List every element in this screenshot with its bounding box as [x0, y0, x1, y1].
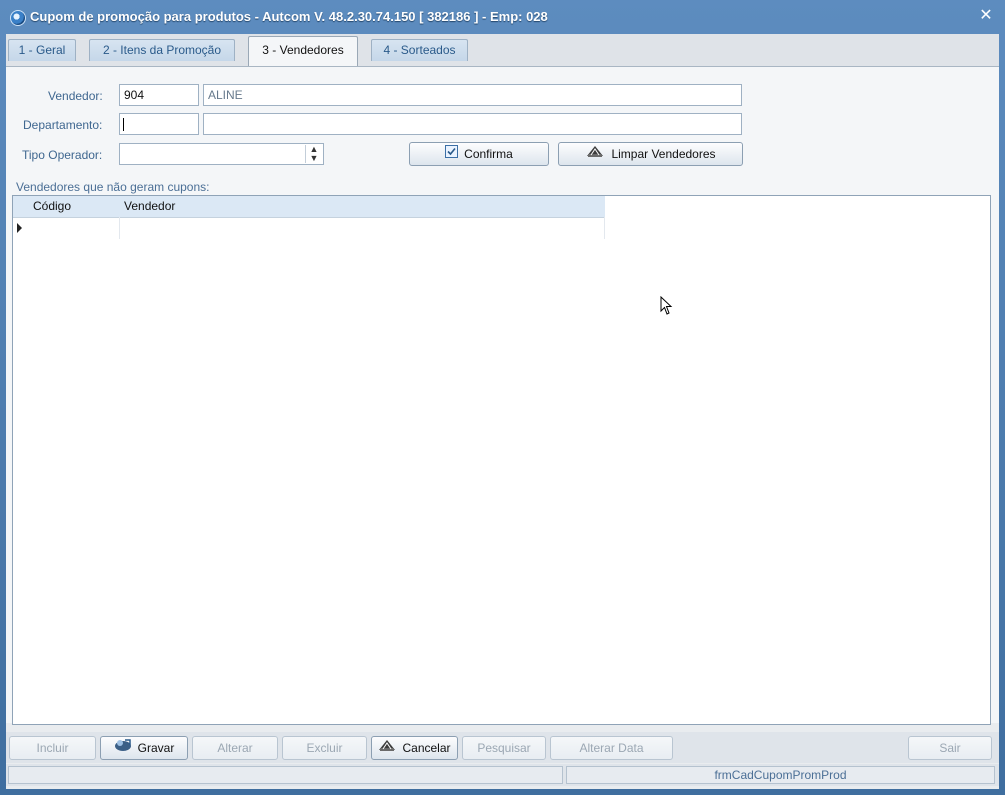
- row-indicator-icon: [17, 223, 22, 233]
- departamento-label: Departamento:: [23, 118, 103, 132]
- tab-itens-promocao[interactable]: 2 - Itens da Promoção: [89, 39, 235, 61]
- confirma-button[interactable]: Confirma: [409, 142, 549, 166]
- confirma-label: Confirma: [464, 147, 513, 161]
- app-window: Cupom de promoção para produtos - Autcom…: [0, 0, 1005, 795]
- action-toolbar: Incluir Gravar Alterar Excluir Cancelar …: [6, 732, 999, 763]
- tipo-operador-spinner[interactable]: ▲ ▼: [119, 143, 324, 165]
- column-divider: [604, 217, 605, 239]
- status-form-name: frmCadCupomPromProd: [566, 766, 995, 784]
- vendedores-grid[interactable]: Código Vendedor: [12, 195, 991, 725]
- tab-strip: 1 - Geral 2 - Itens da Promoção 3 - Vend…: [6, 34, 999, 66]
- close-button[interactable]: ✕: [977, 7, 995, 25]
- client-area: 1 - Geral 2 - Itens da Promoção 3 - Vend…: [6, 34, 999, 789]
- app-logo-icon: [10, 10, 26, 26]
- status-cell-left: [8, 766, 563, 784]
- tab-sorteados[interactable]: 4 - Sorteados: [371, 39, 468, 61]
- vendedor-label: Vendedor:: [48, 89, 103, 103]
- excluir-button[interactable]: Excluir: [282, 736, 367, 760]
- title-bar[interactable]: Cupom de promoção para produtos - Autcom…: [0, 0, 1005, 34]
- window-title: Cupom de promoção para produtos - Autcom…: [30, 9, 548, 24]
- departamento-name-input[interactable]: [203, 113, 742, 135]
- text-caret: [123, 118, 124, 131]
- vendedor-name-field: [203, 84, 742, 106]
- incluir-button[interactable]: Incluir: [9, 736, 96, 760]
- column-header-vendedor[interactable]: Vendedor: [124, 199, 175, 213]
- limpar-vendedores-label: Limpar Vendedores: [611, 147, 716, 161]
- sair-button[interactable]: Sair: [908, 736, 992, 760]
- mouse-pointer-icon: [660, 296, 673, 315]
- tab-vendedores[interactable]: 3 - Vendedores: [248, 36, 358, 66]
- alterar-data-button[interactable]: Alterar Data: [550, 736, 673, 760]
- table-row[interactable]: [13, 217, 605, 239]
- gravar-button[interactable]: Gravar: [100, 736, 188, 760]
- cancelar-button[interactable]: Cancelar: [371, 736, 458, 760]
- checkbox-icon: [445, 143, 459, 165]
- pesquisar-button[interactable]: Pesquisar: [462, 736, 546, 760]
- broom-icon: [585, 143, 605, 165]
- column-divider: [119, 217, 120, 239]
- status-bar: frmCadCupomPromProd: [6, 764, 999, 786]
- grid-header: Código Vendedor: [13, 196, 605, 218]
- cancel-icon: [378, 737, 396, 759]
- column-header-codigo[interactable]: Código: [33, 199, 71, 213]
- grid-title: Vendedores que não geram cupons:: [16, 180, 210, 194]
- gravar-label: Gravar: [137, 741, 175, 755]
- limpar-vendedores-button[interactable]: Limpar Vendedores: [558, 142, 743, 166]
- tab-geral[interactable]: 1 - Geral: [8, 39, 76, 61]
- tipo-operador-label: Tipo Operador:: [22, 148, 103, 162]
- spin-updown-icon[interactable]: ▲ ▼: [305, 145, 322, 163]
- departamento-code-input[interactable]: [119, 113, 199, 135]
- vendedor-code-input[interactable]: [119, 84, 199, 106]
- save-icon: [114, 737, 132, 759]
- alterar-button[interactable]: Alterar: [192, 736, 278, 760]
- cancelar-label: Cancelar: [402, 741, 451, 755]
